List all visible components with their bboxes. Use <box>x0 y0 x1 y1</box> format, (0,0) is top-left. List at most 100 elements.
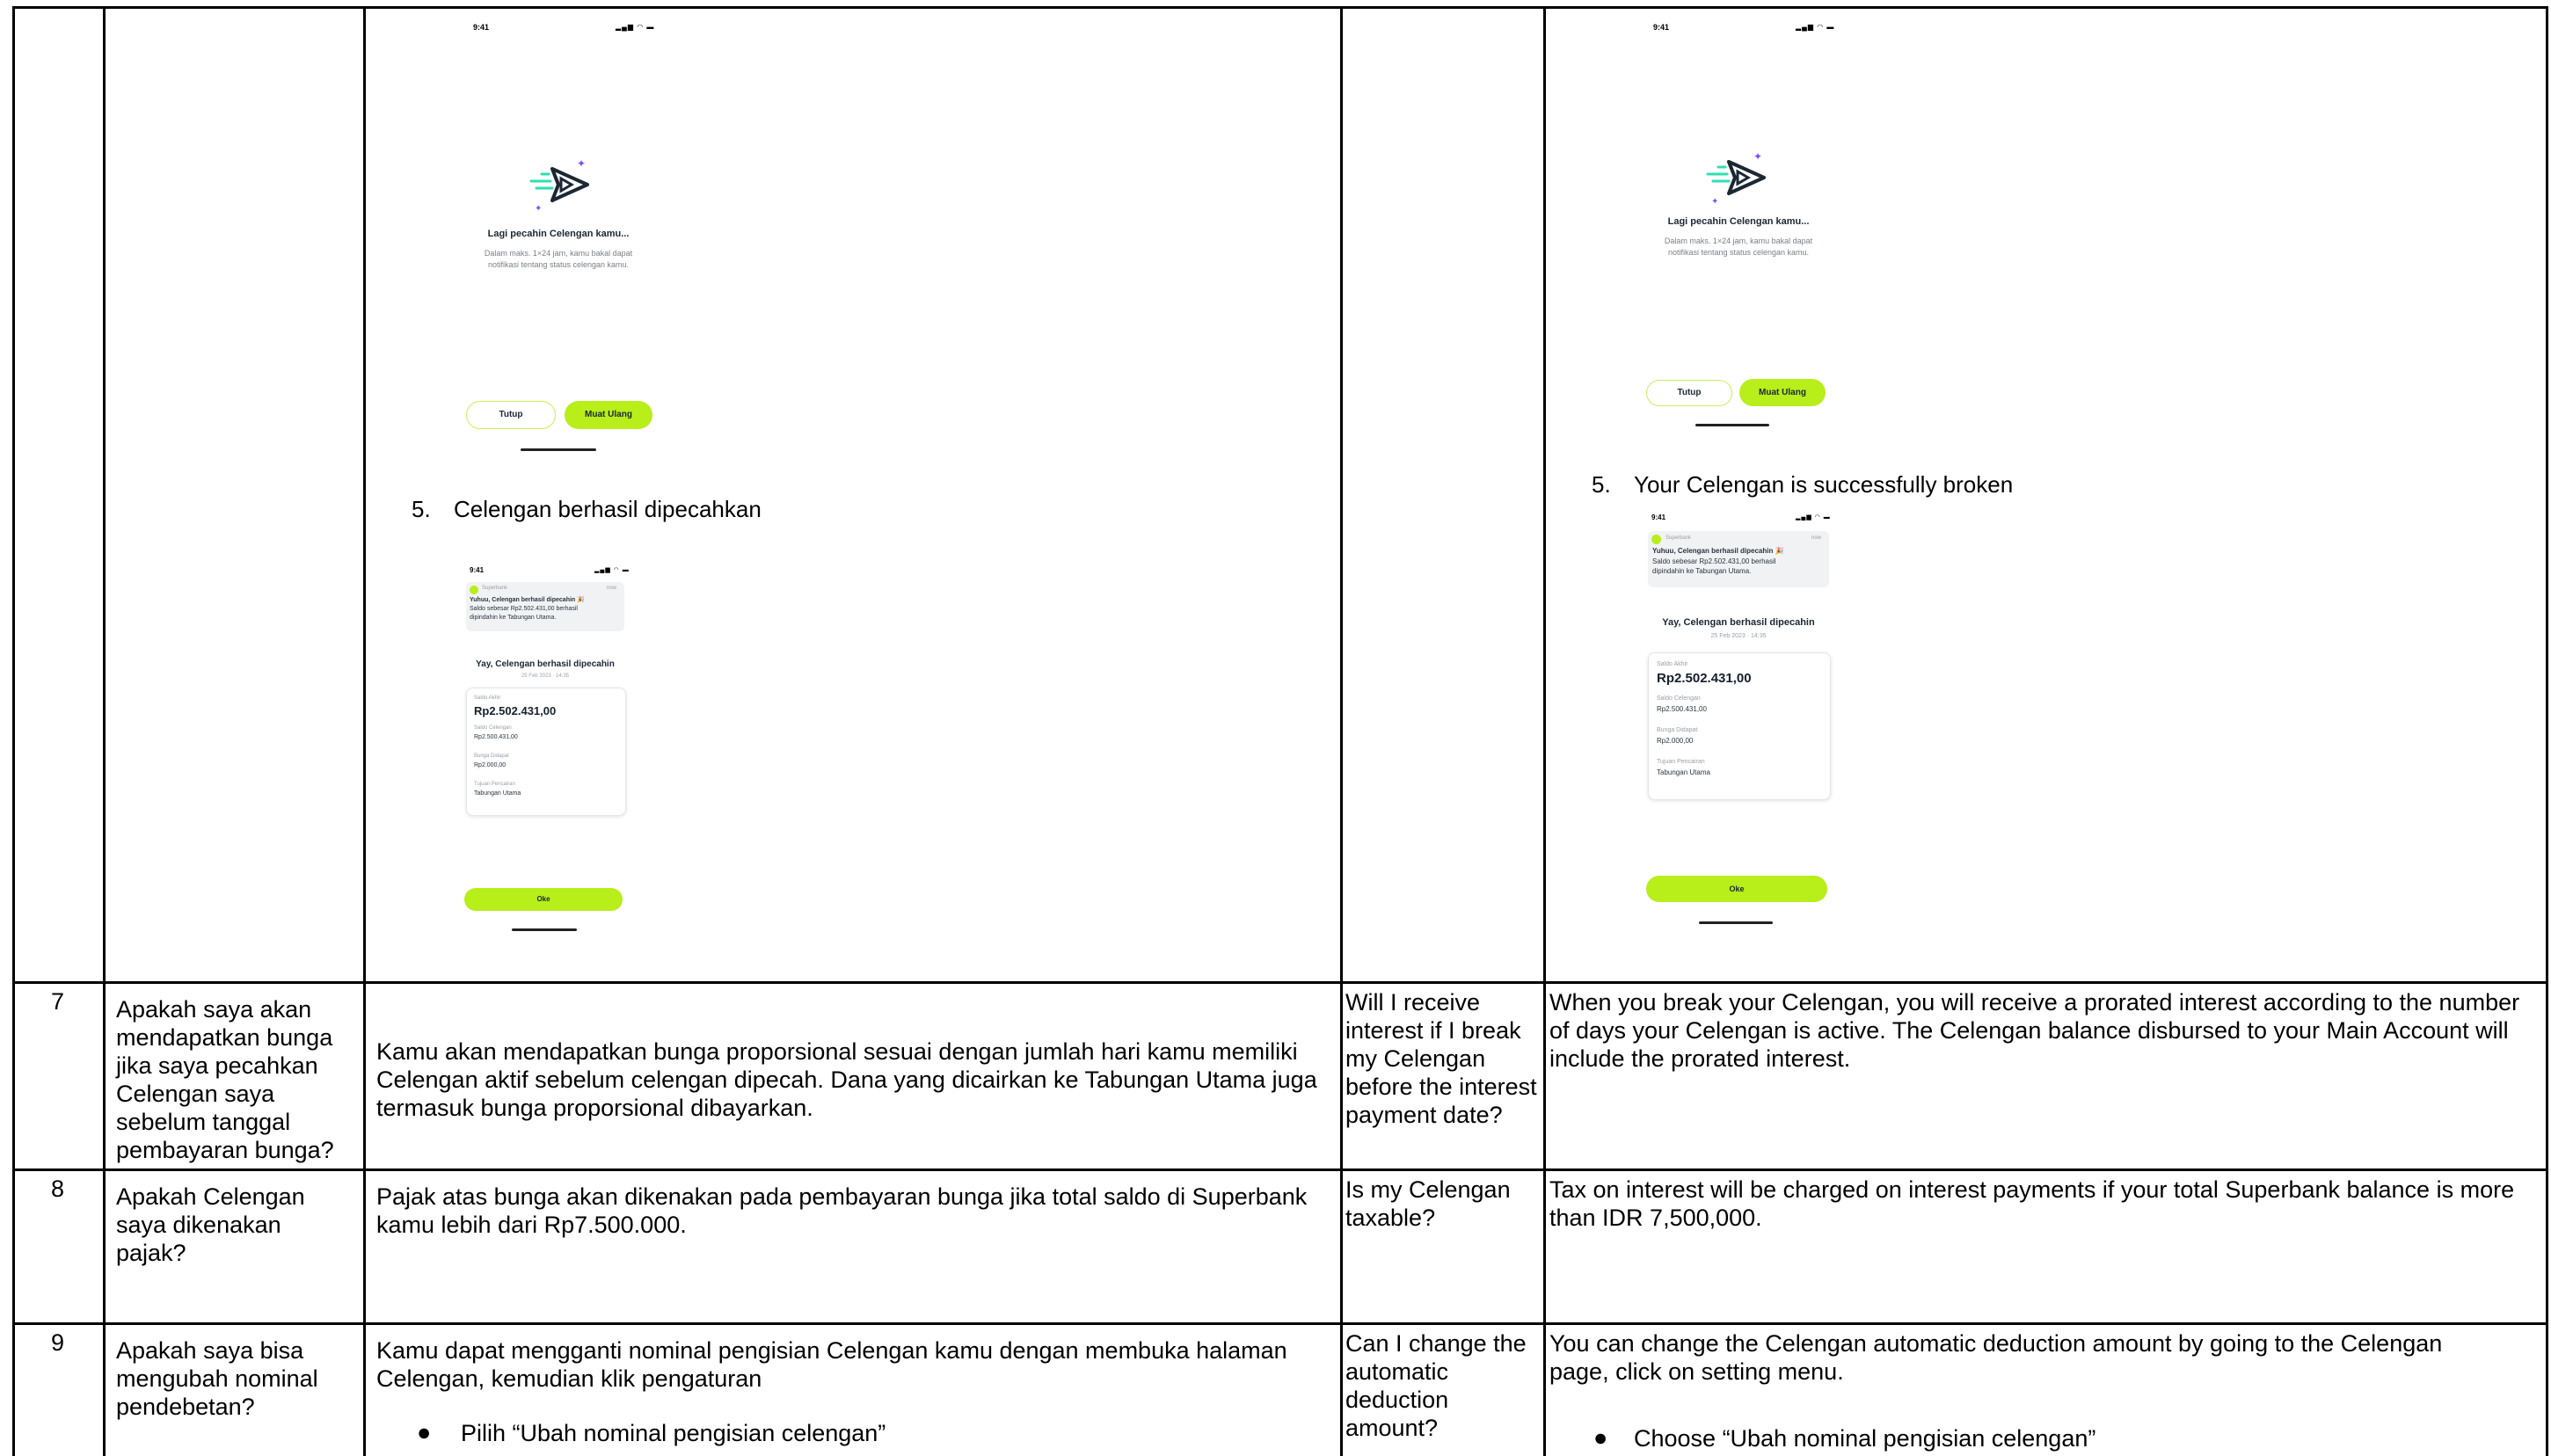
step-5-number: 5. <box>412 496 431 522</box>
step-5-number-en: 5. <box>1592 471 1611 498</box>
final-balance-label: Saldo Akhir <box>474 695 501 701</box>
row-number: 8 <box>51 1176 65 1202</box>
bullet-dot: ● <box>1593 1424 1608 1451</box>
table-border <box>12 6 2548 9</box>
status-time: 9:41 <box>1651 513 1666 521</box>
table-border <box>12 981 2548 984</box>
close-button[interactable]: Tutup <box>466 401 556 429</box>
destination-value: Tabungan Utama <box>1657 768 1710 776</box>
summary-card: Saldo Akhir Rp2.502.431,00 Saldo Celenga… <box>1648 652 1831 800</box>
question-en: Can I change the automatic deduction amo… <box>1345 1330 1527 1441</box>
notif-app-name: Superbank <box>1665 535 1692 541</box>
notif-time: now <box>1811 535 1822 541</box>
superbank-logo-icon <box>470 586 478 594</box>
loading-subtitle-2: notifikasi tentang status celengan kamu. <box>487 260 630 269</box>
notif-time: now <box>607 586 617 591</box>
interest-value: Rp2.000,00 <box>474 762 507 768</box>
bullet-dot: ● <box>417 1419 432 1445</box>
answer-id: Kamu akan mendapatkan bunga proporsional… <box>376 1038 1317 1121</box>
table-border <box>1543 6 1546 1456</box>
success-heading: Yay, Celengan berhasil dipecahin <box>476 659 615 669</box>
close-button[interactable]: Tutup <box>1646 380 1732 406</box>
answer-id: Kamu dapat mengganti nominal pengisian C… <box>376 1337 1287 1392</box>
loading-title: Lagi pecahin Celengan kamu... <box>487 229 630 239</box>
summary-card: Saldo Akhir Rp2.502.431,00 Saldo Celenga… <box>466 688 626 816</box>
interest-label: Bunga Didapat <box>1657 727 1698 733</box>
svg-text:✦: ✦ <box>1711 197 1718 207</box>
rocket-illustration-icon: ✦ ✦ <box>1706 150 1766 207</box>
loading-subtitle-1: Dalam maks. 1×24 jam, kamu bakal dapat <box>484 249 633 258</box>
home-indicator <box>521 448 596 451</box>
table-border <box>103 6 106 1456</box>
celengan-balance-value: Rp2.500.431,00 <box>474 734 518 740</box>
svg-text:✦: ✦ <box>577 157 586 170</box>
question-en: Will I receive interest if I break my Ce… <box>1345 989 1537 1128</box>
success-date: 25 Feb 2023 · 14:35 <box>1710 633 1767 639</box>
notif-body-1: Saldo sebesar Rp2.502.431,00 berhasil <box>1652 557 1776 565</box>
svg-text:✦: ✦ <box>535 204 542 214</box>
status-time: 9:41 <box>473 23 490 32</box>
destination-label: Tujuan Pencairan <box>474 782 515 787</box>
superbank-logo-icon <box>1651 535 1661 544</box>
loading-subtitle-2: notifikasi tentang status celengan kamu. <box>1667 248 1810 257</box>
notif-title: Yuhuu, Celengan berhasil dipecahin 🎉 <box>1652 547 1784 555</box>
reload-button[interactable]: Muat Ulang <box>565 401 652 429</box>
loading-subtitle-1: Dalam maks. 1×24 jam, kamu bakal dapat <box>1664 237 1813 245</box>
question-id: Apakah Celengan saya dikenakan pajak? <box>116 1183 305 1266</box>
loading-screen-mockup: 9:41 ▂▄▆ ◠ ▬ ✦ ✦ Lagi pecahin Celengan k… <box>457 18 660 457</box>
status-icons: ▂▄▆ ◠ ▬ <box>594 567 630 573</box>
answer-en: Tax on interest will be charged on inter… <box>1549 1176 2515 1231</box>
destination-label: Tujuan Pencairan <box>1657 759 1705 765</box>
answer-id: Pajak atas bunga akan dikenakan pada pem… <box>376 1183 1308 1238</box>
celengan-balance-label: Saldo Celengan <box>474 725 512 731</box>
status-time: 9:41 <box>470 566 485 574</box>
question-id: Apakah saya akan mendapatkan bunga jika … <box>116 996 334 1163</box>
success-heading: Yay, Celengan berhasil dipecahin <box>1662 617 1815 628</box>
notif-body-2: dipindahin ke Tabungan Utama. <box>1652 567 1752 575</box>
step-5-text: Celengan berhasil dipecahkan <box>454 496 762 522</box>
destination-value: Tabungan Utama <box>474 790 521 797</box>
notif-app-name: Superbank <box>482 586 508 591</box>
interest-label: Bunga Didapat <box>474 753 509 759</box>
success-screen-mockup-en: 9:41 ▂▄▆ ◠ ▬ Superbank now Yuhuu, Celeng… <box>1637 506 1840 928</box>
ok-button[interactable]: Oke <box>464 888 623 911</box>
question-en: Is my Celengan taxable? <box>1345 1176 1511 1231</box>
home-indicator <box>1699 921 1773 924</box>
row-number: 7 <box>51 988 65 1015</box>
table-border <box>1340 6 1343 1456</box>
status-icons: ▂▄▆ ◠ ▬ <box>616 23 655 31</box>
notif-title: Yuhuu, Celengan berhasil dipecahin 🎉 <box>470 597 585 603</box>
answer-en: When you break your Celengan, you will r… <box>1549 989 2520 1072</box>
final-balance-label: Saldo Akhir <box>1657 661 1688 667</box>
success-date: 25 Feb 2023 · 14:35 <box>521 673 570 679</box>
push-notification: Superbank now Yuhuu, Celengan berhasil d… <box>466 582 624 631</box>
answer-id-bullet: Pilih “Ubah nominal pengisian celengan” <box>461 1420 886 1446</box>
ok-button[interactable]: Oke <box>1646 876 1827 902</box>
question-id: Apakah saya bisa mengubah nominal pendeb… <box>116 1337 318 1420</box>
final-balance-value: Rp2.502.431,00 <box>1657 671 1752 686</box>
notif-body-2: dipindahin ke Tabungan Utama. <box>470 615 557 621</box>
push-notification: Superbank now Yuhuu, Celengan berhasil d… <box>1648 531 1829 587</box>
celengan-balance-value: Rp2.500.431,00 <box>1657 705 1707 713</box>
table-border <box>12 1322 2548 1325</box>
answer-en: You can change the Celengan automatic de… <box>1549 1330 2443 1385</box>
reload-button[interactable]: Muat Ulang <box>1739 379 1826 406</box>
row-number: 9 <box>51 1329 65 1356</box>
table-border <box>363 6 366 1456</box>
status-icons: ▂▄▆ ◠ ▬ <box>1796 23 1835 31</box>
answer-en-bullet: Choose “Ubah nominal pengisian celengan” <box>1634 1425 2096 1452</box>
status-icons: ▂▄▆ ◠ ▬ <box>1796 514 1831 521</box>
interest-value: Rp2.000,00 <box>1657 737 1694 745</box>
home-indicator <box>512 928 577 931</box>
table-border <box>2546 6 2548 1456</box>
final-balance-value: Rp2.502.431,00 <box>474 704 557 717</box>
loading-title: Lagi pecahin Celengan kamu... <box>1667 216 1810 227</box>
rocket-illustration-icon: ✦ ✦ <box>529 157 589 214</box>
loading-screen-mockup-en: 9:41 ▂▄▆ ◠ ▬ ✦ ✦ Lagi pecahin Celengan k… <box>1637 18 1840 435</box>
celengan-balance-label: Saldo Celengan <box>1657 695 1701 702</box>
home-indicator <box>1695 424 1769 426</box>
notif-body-1: Saldo sebesar Rp2.502.431,00 berhasil <box>470 606 578 612</box>
table-border <box>12 1168 2548 1171</box>
success-screen-mockup: 9:41 ▂▄▆ ◠ ▬ Superbank now Yuhuu, Celeng… <box>457 559 633 937</box>
step-5-text-en: Your Celengan is successfully broken <box>1634 471 2014 498</box>
